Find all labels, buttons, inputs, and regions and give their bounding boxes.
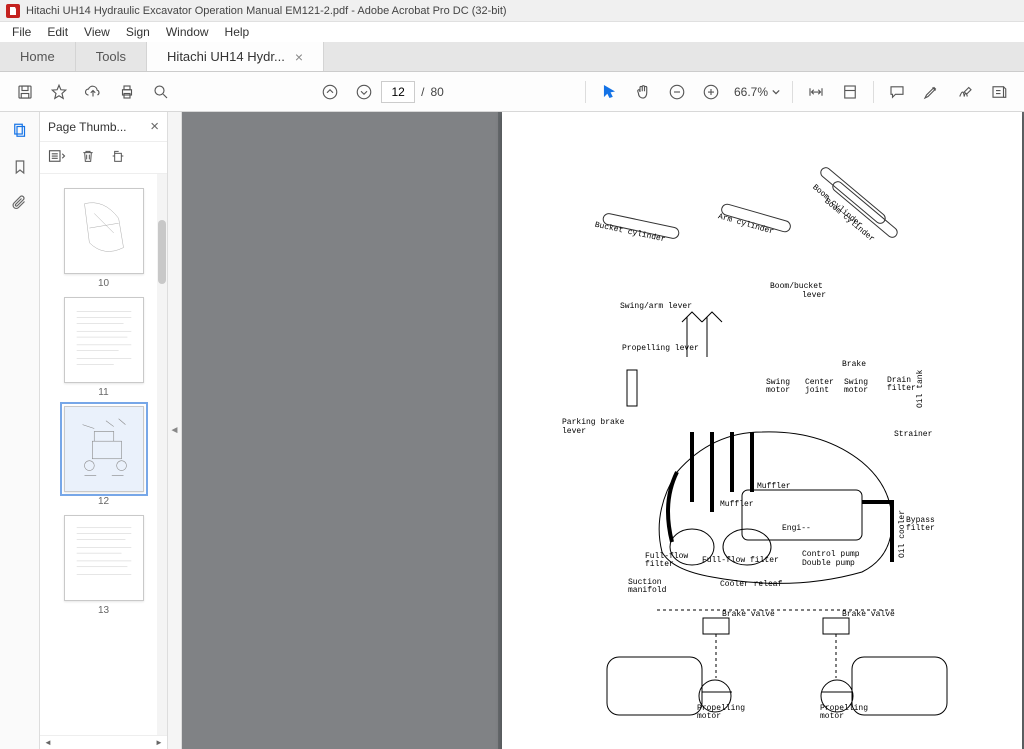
tab-home-label: Home [20, 49, 55, 64]
page-up-button[interactable] [315, 77, 345, 107]
chevron-down-icon [772, 88, 780, 96]
thumbnail-label-10: 10 [40, 278, 167, 289]
label-cooler-releaf: Cooler releaf [720, 580, 782, 589]
menu-file[interactable]: File [4, 23, 39, 41]
thumbnails-title: Page Thumb... [48, 120, 127, 134]
viewport-gutter [182, 112, 498, 749]
tab-home[interactable]: Home [0, 42, 76, 71]
zoom-out-button[interactable] [662, 77, 692, 107]
label-bypass2: filter [906, 524, 935, 533]
document-viewport[interactable]: Bucket cylinder Arm cylinder Boom cylind… [182, 112, 1024, 749]
save-button[interactable] [10, 77, 40, 107]
pdf-page: Bucket cylinder Arm cylinder Boom cylind… [502, 112, 1022, 749]
thumbnails-panel: Page Thumb... × 10 11 12 13 [40, 112, 168, 749]
thumbnail-page-13[interactable] [64, 515, 144, 601]
thumbnail-label-12: 12 [40, 496, 167, 507]
print-button[interactable] [112, 77, 142, 107]
label-full-flow1b: filter [645, 560, 674, 569]
star-button[interactable] [44, 77, 74, 107]
tab-close-icon[interactable]: × [295, 49, 303, 65]
menu-view[interactable]: View [76, 23, 118, 41]
menu-window[interactable]: Window [158, 23, 217, 41]
thumbnail-label-11: 11 [40, 387, 167, 398]
label-double-pump: Double pump [802, 559, 855, 568]
label-lever: lever [802, 291, 826, 300]
more-tools-button[interactable] [984, 77, 1014, 107]
label-control-pump: Control pump [802, 550, 860, 559]
menu-sign[interactable]: Sign [118, 23, 158, 41]
thumbnail-page-10[interactable] [64, 188, 144, 274]
side-rail [0, 112, 40, 749]
thumbnail-page-12[interactable] [64, 406, 144, 492]
tab-bar: Home Tools Hitachi UH14 Hydr... × [0, 42, 1024, 72]
main-area: Page Thumb... × 10 11 12 13 [0, 112, 1024, 749]
cloud-upload-button[interactable] [78, 77, 108, 107]
thumb-delete-button[interactable] [80, 148, 96, 167]
label-engine: Engi-- [782, 524, 811, 533]
bookmark-rail-icon[interactable] [9, 156, 31, 178]
thumbnail-page-11[interactable] [64, 297, 144, 383]
menu-help[interactable]: Help [217, 23, 258, 41]
selection-tool-button[interactable] [594, 77, 624, 107]
label-muffler1: Muffler [757, 482, 791, 491]
zoom-value: 66.7% [734, 85, 768, 99]
thumbnails-hscroll[interactable]: ◄ ► [40, 735, 167, 749]
search-button[interactable] [146, 77, 176, 107]
menu-bar: File Edit View Sign Window Help [0, 22, 1024, 42]
comment-button[interactable] [882, 77, 912, 107]
label-muffler2: Muffler [720, 500, 754, 509]
toolbar: / 80 66.7% [0, 72, 1024, 112]
label-manifold: manifold [628, 586, 666, 595]
pdf-app-icon [6, 4, 20, 18]
panel-collapse-handle[interactable]: ◄ [168, 112, 182, 749]
hydraulic-diagram: Bucket cylinder Arm cylinder Boom cylind… [502, 112, 1022, 749]
thumbnail-label-13: 13 [40, 605, 167, 616]
window-title: Hitachi UH14 Hydraulic Excavator Operati… [26, 5, 507, 17]
attachment-rail-icon[interactable] [9, 192, 31, 214]
page-sep: / [421, 85, 424, 99]
page-display-button[interactable] [835, 77, 865, 107]
thumbnails-scrollbar[interactable] [157, 174, 167, 735]
diagram-body-lines [592, 302, 932, 622]
tab-tools[interactable]: Tools [76, 42, 147, 71]
thumb-rotate-button[interactable] [110, 148, 126, 167]
hscroll-left-icon[interactable]: ◄ [42, 738, 54, 748]
menu-edit[interactable]: Edit [39, 23, 76, 41]
zoom-in-button[interactable] [696, 77, 726, 107]
hscroll-right-icon[interactable]: ► [153, 738, 165, 748]
highlight-button[interactable] [916, 77, 946, 107]
label-brake-valve-l: Brake valve [722, 610, 775, 619]
tab-document[interactable]: Hitachi UH14 Hydr... × [147, 42, 324, 71]
label-boom-bucket-lever: Boom/bucket [770, 282, 823, 291]
label-brake-valve-r: Brake valve [842, 610, 895, 619]
thumbnails-list[interactable]: 10 11 12 13 [40, 174, 167, 735]
tab-document-label: Hitachi UH14 Hydr... [167, 49, 285, 64]
thumbnails-tools [40, 142, 167, 174]
hand-tool-button[interactable] [628, 77, 658, 107]
thumbnails-rail-icon[interactable] [9, 120, 31, 142]
title-bar: Hitachi UH14 Hydraulic Excavator Operati… [0, 0, 1024, 22]
page-number-input[interactable] [381, 81, 415, 103]
page-indicator: / 80 [381, 81, 444, 103]
thumbnails-header: Page Thumb... × [40, 112, 167, 142]
zoom-dropdown[interactable]: 66.7% [728, 85, 786, 99]
thumb-options-button[interactable] [48, 149, 66, 166]
diagram-bottom-lines [597, 602, 957, 732]
tab-tools-label: Tools [96, 49, 126, 64]
fit-width-button[interactable] [801, 77, 831, 107]
label-propel-motor-r2: motor [820, 712, 844, 721]
label-propel-motor-l2: motor [697, 712, 721, 721]
page-total: 80 [430, 85, 443, 99]
thumbnails-close-icon[interactable]: × [150, 118, 159, 135]
sign-button[interactable] [950, 77, 980, 107]
label-parking-brake2: lever [562, 427, 586, 436]
page-down-button[interactable] [349, 77, 379, 107]
label-full-flow2: Full-flow filter [702, 556, 779, 565]
